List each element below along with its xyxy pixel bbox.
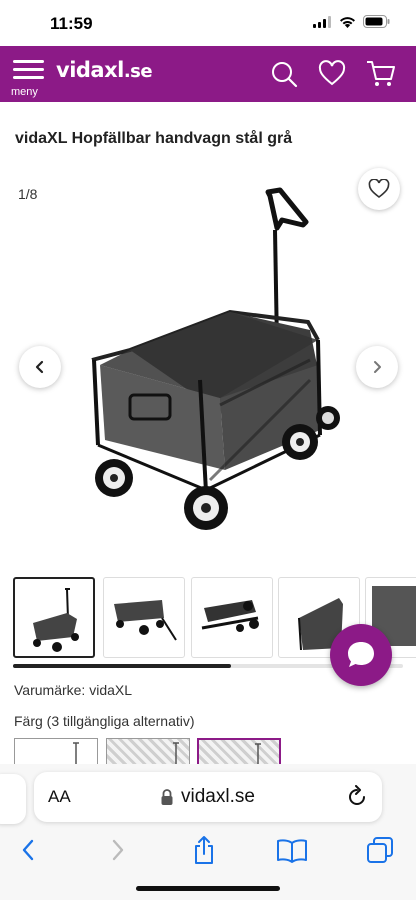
chevron-left-icon bbox=[22, 839, 34, 861]
product-image bbox=[91, 187, 340, 530]
hamburger-icon-bar bbox=[13, 68, 44, 71]
status-time: 11:59 bbox=[50, 14, 93, 33]
chat-bubble-icon bbox=[348, 642, 374, 667]
image-counter: 1/8 bbox=[18, 186, 38, 202]
previous-image-button[interactable] bbox=[19, 346, 61, 388]
thumbnail-1[interactable] bbox=[13, 577, 95, 658]
wheel bbox=[95, 459, 133, 497]
signal-icon bbox=[313, 15, 331, 28]
tabs-button[interactable] bbox=[360, 830, 400, 870]
color-options-label: Färg (3 tillgängliga alternativ) bbox=[14, 713, 195, 729]
browser-toolbar: AA vidaxl.se bbox=[0, 764, 416, 900]
brand-line: Varumärke: vidaXL bbox=[14, 682, 133, 698]
url-text: vidaxl.se bbox=[181, 786, 255, 807]
next-image-button[interactable] bbox=[356, 346, 398, 388]
chevron-right-icon bbox=[374, 361, 381, 373]
chevron-right-icon bbox=[112, 839, 124, 861]
home-indicator bbox=[136, 886, 280, 891]
site-header: meny vidaxl.se bbox=[0, 46, 416, 102]
thumbnail-scrollbar-handle[interactable] bbox=[13, 664, 232, 668]
tabs-icon bbox=[367, 837, 393, 863]
address-bar[interactable]: AA vidaxl.se bbox=[34, 772, 382, 822]
menu-button[interactable]: meny bbox=[10, 56, 50, 98]
cart-icon[interactable] bbox=[366, 60, 396, 88]
share-icon bbox=[195, 836, 213, 864]
lock-icon bbox=[161, 789, 173, 805]
status-bar: 11:59 bbox=[0, 0, 416, 46]
heart-icon bbox=[368, 179, 390, 199]
back-button[interactable] bbox=[8, 830, 48, 870]
logo-text: vidaxl bbox=[56, 58, 124, 82]
wifi-icon bbox=[340, 16, 355, 28]
bookmarks-button[interactable] bbox=[272, 830, 312, 870]
menu-label: meny bbox=[11, 86, 38, 98]
thumbnail-2[interactable] bbox=[103, 577, 185, 658]
chevron-left-icon bbox=[35, 360, 44, 374]
header-actions bbox=[270, 60, 396, 88]
previous-tab-preview[interactable] bbox=[0, 774, 26, 824]
product-title: vidaXL Hopfällbar handvagn stål grå bbox=[15, 130, 293, 147]
reload-icon[interactable] bbox=[346, 785, 368, 809]
chat-button[interactable] bbox=[330, 624, 392, 686]
hamburger-icon bbox=[13, 60, 44, 63]
book-icon bbox=[277, 839, 307, 863]
logo-suffix: .se bbox=[123, 61, 153, 82]
status-icons bbox=[313, 15, 390, 28]
hamburger-icon-bar bbox=[13, 76, 44, 79]
heart-icon[interactable] bbox=[318, 60, 346, 88]
share-button[interactable] bbox=[184, 830, 224, 870]
battery-icon bbox=[363, 15, 390, 28]
search-icon[interactable] bbox=[270, 60, 298, 88]
thumbnail-3[interactable] bbox=[191, 577, 273, 658]
forward-button[interactable] bbox=[98, 830, 138, 870]
site-logo[interactable]: vidaxl.se bbox=[56, 58, 153, 88]
add-to-wishlist-button[interactable] bbox=[358, 168, 400, 210]
text-size-button[interactable]: AA bbox=[48, 787, 71, 807]
breadcrumb bbox=[0, 102, 416, 110]
browser-nav-bar bbox=[0, 830, 416, 870]
